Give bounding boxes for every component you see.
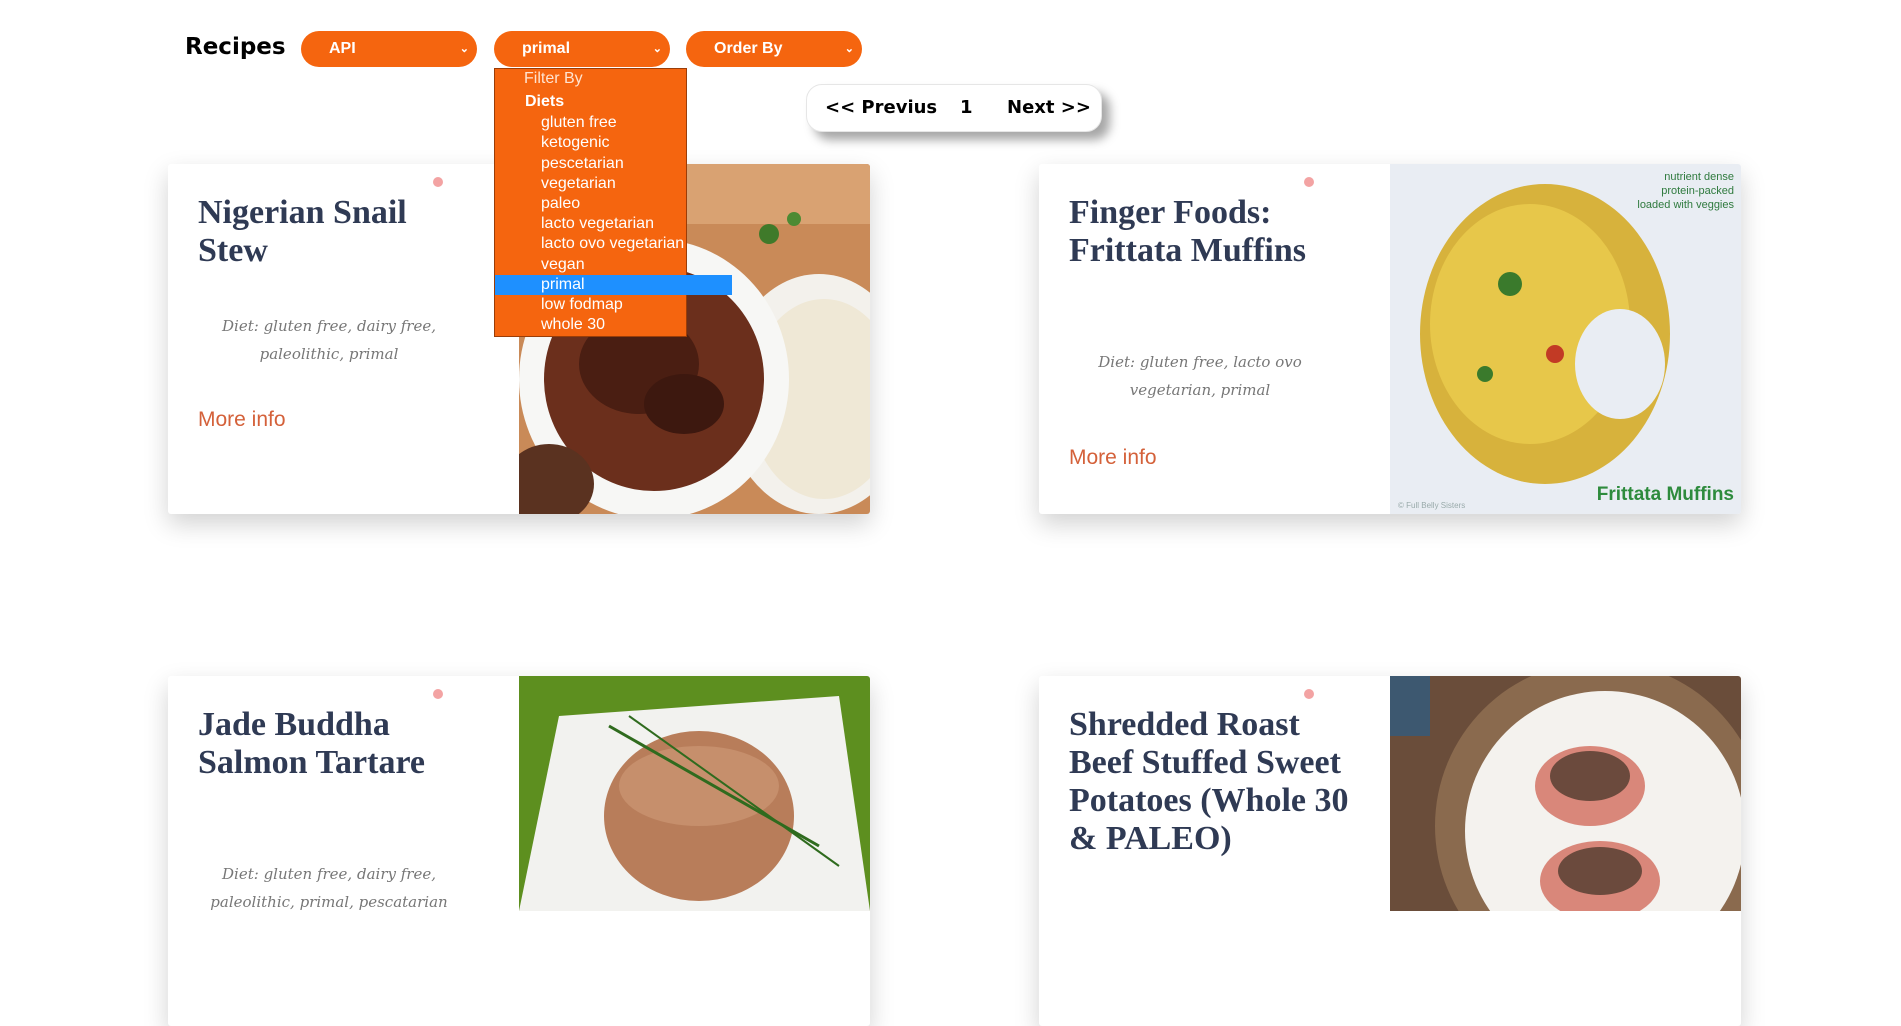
chevron-down-icon: ⌄: [844, 43, 854, 55]
photo-caption: Frittata Muffins: [1597, 484, 1734, 505]
photo-caption: loaded with veggies: [1637, 199, 1734, 211]
salmon-tartare-photo: [519, 676, 870, 1026]
dropdown-option-selected[interactable]: primal: [495, 275, 732, 295]
dropdown-option[interactable]: ketogenic: [495, 133, 732, 153]
recipe-title: Finger Foods: Frittata Muffins: [1069, 194, 1307, 269]
chevron-down-icon: ⌄: [652, 43, 662, 55]
decorative-dot: [433, 177, 443, 187]
recipe-card: Jade Buddha Salmon Tartare Diet: gluten …: [168, 676, 870, 1026]
dropdown-option[interactable]: pescetarian: [495, 154, 732, 174]
recipe-diet: Diet: gluten free, lacto ovo vegetarian,…: [1098, 353, 1302, 399]
recipe-title: Jade Buddha Salmon Tartare: [198, 706, 426, 781]
recipe-diet: Diet: gluten free, dairy free, paleolith…: [210, 865, 448, 911]
brand-title: Recipes: [185, 34, 286, 60]
dropdown-option[interactable]: paleo: [495, 194, 732, 214]
decorative-dot: [1304, 689, 1314, 699]
decorative-dot: [1304, 177, 1314, 187]
dropdown-option[interactable]: whole 30: [495, 315, 732, 335]
order-by-select[interactable]: Order By ⌄: [686, 31, 862, 67]
recipe-title: Nigerian Snail Stew: [198, 194, 407, 269]
recipe-card: Shredded Roast Beef Stuffed Sweet Potato…: [1039, 676, 1741, 1026]
diet-filter-value: primal: [522, 40, 571, 57]
order-by-value: Order By: [714, 40, 783, 57]
dropdown-option[interactable]: vegetarian: [495, 174, 732, 194]
dropdown-option[interactable]: gluten free: [495, 113, 732, 133]
dropdown-group-diets: Diets: [525, 93, 565, 110]
photo-caption: protein-packed: [1661, 185, 1734, 197]
photo-caption: nutrient dense: [1664, 171, 1734, 183]
recipe-diet: Diet: gluten free, dairy free, paleolith…: [222, 317, 436, 363]
diet-filter-dropdown: Filter By Diets gluten free ketogenic pe…: [494, 68, 732, 337]
dropdown-option[interactable]: low fodmap: [495, 295, 732, 315]
dropdown-option[interactable]: vegan: [495, 255, 732, 275]
dropdown-option[interactable]: lacto vegetarian: [495, 214, 732, 234]
diet-filter-select[interactable]: primal ⌄: [494, 31, 670, 67]
recipe-card: Finger Foods: Frittata Muffins Diet: glu…: [1039, 164, 1741, 514]
pagination: << Previus 1 Next >>: [806, 84, 1102, 132]
recipe-title: Shredded Roast Beef Stuffed Sweet Potato…: [1069, 706, 1349, 857]
stuffed-sweet-potatoes-photo: [1390, 676, 1741, 1026]
dropdown-option[interactable]: lacto ovo vegetarian: [495, 234, 732, 254]
more-info-link[interactable]: More info: [198, 408, 286, 432]
previous-page-button[interactable]: << Previus: [825, 85, 937, 131]
frittata-muffins-photo: nutrient dense protein-packed loaded wit…: [1390, 164, 1741, 514]
api-select-value: API: [329, 40, 356, 57]
next-page-button[interactable]: Next >>: [1007, 85, 1091, 131]
current-page-number[interactable]: 1: [960, 85, 973, 131]
chevron-down-icon: ⌄: [459, 43, 469, 55]
photo-watermark: © Full Belly Sisters: [1398, 501, 1465, 510]
decorative-dot: [433, 689, 443, 699]
api-select[interactable]: API ⌄: [301, 31, 477, 67]
dropdown-placeholder: Filter By: [524, 70, 583, 87]
more-info-link[interactable]: More info: [1069, 446, 1157, 470]
